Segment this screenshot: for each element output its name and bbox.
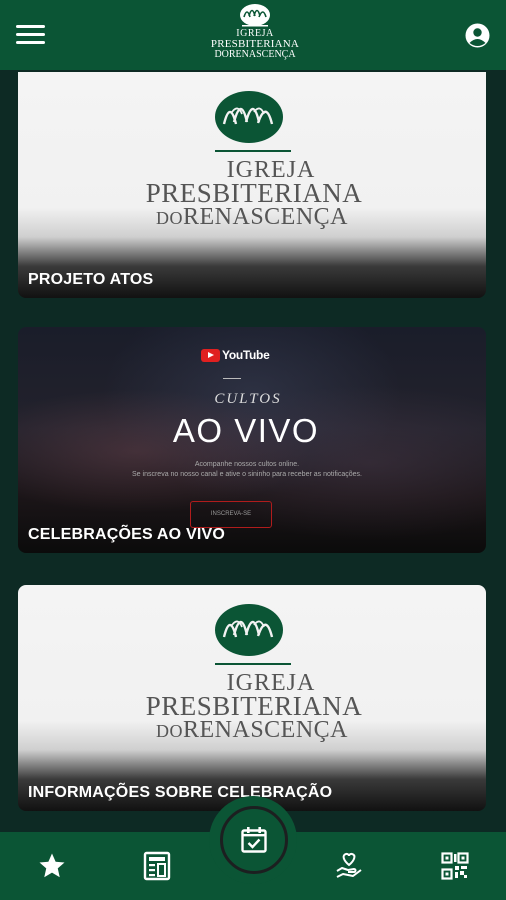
youtube-wordmark: YouTube — [222, 348, 270, 362]
newspaper-icon — [143, 851, 171, 881]
header-logo: IGREJA PRESBITERIANA DORENASCENÇA — [205, 3, 305, 67]
banner-subtitle-2: Se inscreva no nosso canal e ative o sin… — [132, 471, 362, 478]
logo-word-do: DO — [155, 721, 183, 741]
church-tree-emblem-icon — [215, 91, 283, 143]
logo-word-presbiteriana: PRESBITERIANA — [145, 178, 363, 208]
hamburger-menu-icon[interactable] — [16, 25, 45, 45]
logo-word-renascenca-text: RENASCENÇA — [182, 204, 349, 230]
banner-headline: AO VIVO — [172, 412, 320, 449]
church-tree-emblem-icon — [240, 4, 270, 27]
church-tree-emblem-icon — [215, 604, 283, 656]
qr-code-icon — [441, 852, 469, 880]
logo-word-renascenca: DORENASCENÇA — [18, 205, 486, 229]
nav-favorites[interactable] — [22, 832, 82, 900]
logo-divider — [215, 150, 291, 152]
nav-qr-code[interactable] — [425, 832, 485, 900]
hand-heart-icon — [336, 852, 362, 878]
card-title: INFORMAÇÕES SOBRE CELEBRAÇÃO — [28, 784, 333, 801]
nav-news[interactable] — [127, 832, 187, 900]
banner-kicker: CULTOS — [214, 391, 282, 407]
header-brand-line3: DORENASCENÇA — [214, 49, 296, 60]
card-title: PROJETO ATOS — [28, 271, 154, 288]
banner-divider — [223, 378, 241, 379]
star-icon — [39, 853, 65, 878]
nav-calendar[interactable] — [220, 806, 288, 874]
top-app-bar: IGREJA PRESBITERIANA DORENASCENÇA — [0, 0, 506, 70]
calendar-check-icon — [241, 827, 267, 853]
banner-subtitle-1: Acompanhe nossos cultos online. — [194, 461, 300, 468]
logo-word-do: DO — [155, 208, 183, 228]
nav-donate[interactable] — [319, 832, 379, 900]
logo-word-renascenca: DORENASCENÇA — [18, 718, 486, 742]
subscribe-button[interactable]: INSCREVA-SE — [190, 501, 272, 528]
card-title: CELEBRAÇÕES AO VIVO — [28, 526, 226, 543]
logo-word-renascenca-text: RENASCENÇA — [182, 717, 349, 743]
youtube-play-icon — [201, 348, 220, 362]
logo-word-presbiteriana: PRESBITERIANA — [145, 691, 363, 721]
account-circle-icon[interactable] — [465, 23, 490, 48]
church-logo: IGREJA PRESBITERIANA DORENASCENÇA — [18, 585, 486, 745]
logo-divider — [215, 663, 291, 665]
youtube-logo: YouTube — [201, 347, 270, 363]
card-celebracoes-ao-vivo[interactable]: YouTube CULTOS AO VIVO Acompanhe nossos … — [18, 327, 486, 553]
card-informacoes-celebracao[interactable]: IGREJA PRESBITERIANA DORENASCENÇA INFORM… — [18, 585, 486, 811]
card-projeto-atos[interactable]: IGREJA PRESBITERIANA DORENASCENÇA PROJET… — [18, 72, 486, 298]
church-logo: IGREJA PRESBITERIANA DORENASCENÇA — [18, 72, 486, 232]
